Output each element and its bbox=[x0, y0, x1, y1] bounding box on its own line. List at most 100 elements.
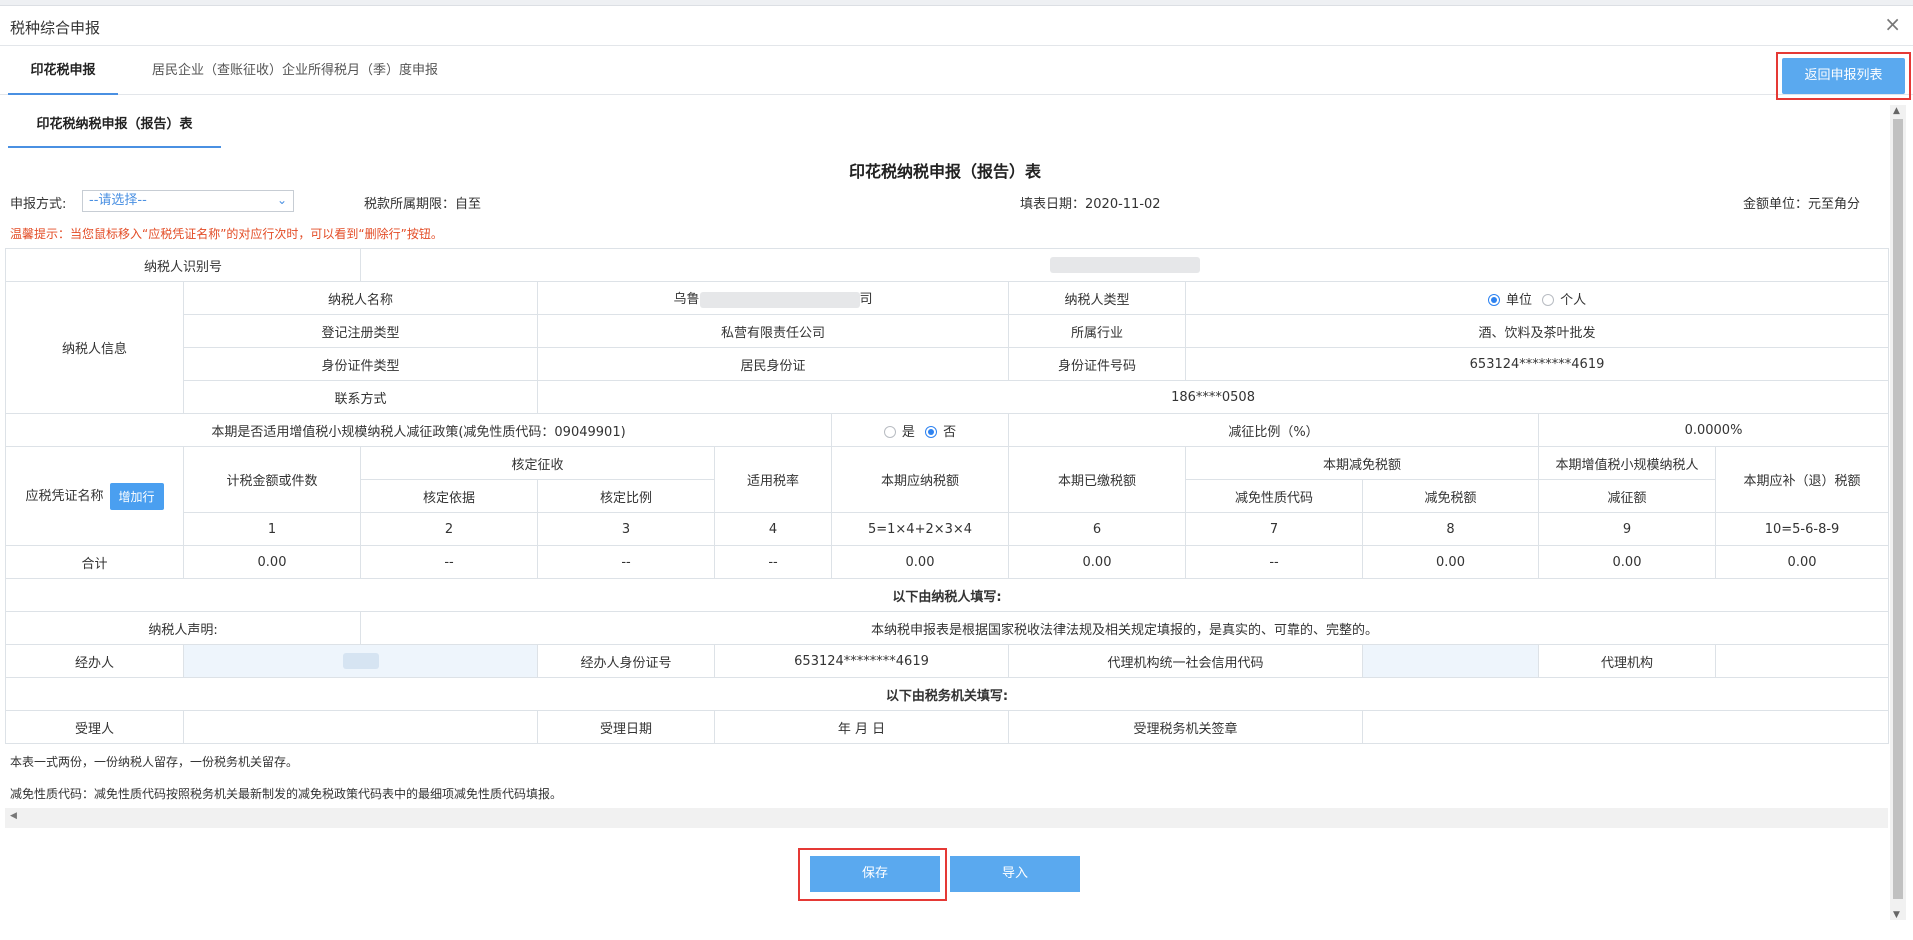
total-cell: 0.00 bbox=[1008, 545, 1187, 579]
subtab-stamp-tax-form[interactable]: 印花税纳税申报（报告）表 bbox=[8, 106, 221, 148]
receiver-label: 受理人 bbox=[5, 710, 184, 744]
taxpayer-type-label: 纳税人类型 bbox=[1008, 281, 1187, 315]
col-number: 1 bbox=[182, 512, 362, 546]
total-cell: -- bbox=[537, 545, 716, 579]
table-row: 合计 0.00 -- -- -- 0.00 0.00 -- 0.00 0.00 … bbox=[5, 545, 1890, 579]
total-cell: 0.00 bbox=[831, 545, 1010, 579]
total-cell: 0.00 bbox=[182, 545, 362, 579]
form-meta-row: 申报方式: --请选择-- ⌄ 税款所属期限：自至 填表日期：2020-11-0… bbox=[0, 190, 1890, 216]
col-number: 10=5-6-8-9 bbox=[1715, 512, 1890, 546]
handler-input[interactable] bbox=[182, 644, 539, 678]
table-row: 纳税人识别号 bbox=[4, 248, 1890, 282]
scroll-down-icon[interactable]: ▼ bbox=[1893, 910, 1900, 920]
total-cell: 0.00 bbox=[1362, 545, 1540, 579]
receive-date-value: 年 月 日 bbox=[714, 710, 1010, 744]
total-cell: -- bbox=[714, 545, 833, 579]
col-number: 9 bbox=[1538, 512, 1717, 546]
col-number: 4 bbox=[714, 512, 833, 546]
table-row: 1 2 3 4 5=1×4+2×3×4 6 7 8 9 10=5-6-8-9 bbox=[6, 512, 1890, 546]
taxpayer-name-label: 纳税人名称 bbox=[182, 281, 539, 315]
statement-label: 纳税人声明: bbox=[4, 611, 362, 645]
hint-text: 温馨提示：当您鼠标移入“应税凭证名称”的对应行次时，可以看到“删除行”按钮。 bbox=[10, 227, 443, 241]
add-row-button[interactable]: 增加行 bbox=[109, 482, 164, 510]
voucher-name-label: 应税凭证名称 bbox=[25, 488, 104, 504]
dialog-titlebar: 税种综合申报 × bbox=[0, 6, 1913, 46]
note-relief-code: 减免性质代码：减免性质代码按照税务机关最新制发的减免税政策代码表中的最细项减免性… bbox=[10, 787, 563, 801]
header-verified: 核定征收 bbox=[360, 446, 716, 480]
contact-value: 186****0508 bbox=[537, 380, 1890, 414]
table-row: 以下由纳税人填写: bbox=[4, 578, 1890, 612]
header-due: 本期应补（退）税额 bbox=[1715, 446, 1890, 513]
total-cell: -- bbox=[360, 545, 539, 579]
table-row: 本期是否适用增值税小规模纳税人减征政策(减免性质代码：09049901) 是 否… bbox=[4, 413, 1890, 447]
seal-value bbox=[1362, 710, 1890, 744]
tab-bar: 印花税申报 居民企业（查账征收）企业所得税月（季）度申报 bbox=[0, 47, 1913, 95]
col-number: 5=1×4+2×3×4 bbox=[831, 512, 1010, 546]
table-row: 联系方式 186****0508 bbox=[6, 380, 1890, 414]
table-row: 身份证件类型 居民身份证 身份证件号码 653124********4619 bbox=[6, 347, 1890, 381]
table-row: 经办人 经办人身份证号 653124********4619 代理机构统一社会信… bbox=[5, 644, 1890, 678]
header-relief-code: 减免性质代码 bbox=[1185, 479, 1364, 513]
table-row: 纳税人声明: 本纳税申报表是根据国家税收法律法规及相关规定填报的，是真实的、可靠… bbox=[4, 611, 1890, 645]
radio-unit[interactable] bbox=[1487, 294, 1500, 306]
voucher-name-header: 应税凭证名称 增加行 bbox=[5, 446, 184, 546]
relief-ratio-label: 减征比例（%） bbox=[1008, 413, 1540, 447]
chevron-down-icon: ⌄ bbox=[276, 193, 287, 207]
radio-yes[interactable] bbox=[883, 426, 896, 438]
masked-text bbox=[699, 291, 860, 308]
handler-id-label: 经办人身份证号 bbox=[537, 644, 716, 678]
scroll-thumb[interactable] bbox=[1893, 119, 1903, 899]
tab-stamp-tax[interactable]: 印花税申报 bbox=[8, 47, 118, 95]
total-cell: 0.00 bbox=[1715, 545, 1890, 579]
col-number: 2 bbox=[360, 512, 539, 546]
header-small-taxpayer: 本期增值税小规模纳税人 bbox=[1538, 446, 1717, 480]
close-icon[interactable]: × bbox=[1884, 14, 1901, 34]
policy-question: 本期是否适用增值税小规模纳税人减征政策(减免性质代码：09049901) bbox=[4, 413, 833, 447]
amount-unit: 金额单位：元至角分 bbox=[1742, 197, 1860, 212]
period-label: 税款所属期限：自至 bbox=[364, 197, 482, 212]
vertical-scrollbar[interactable]: ▲ ▼ bbox=[1890, 105, 1906, 920]
radio-no[interactable] bbox=[925, 426, 938, 438]
header-amount: 计税金额或件数 bbox=[182, 446, 362, 513]
id-type-value: 居民身份证 bbox=[537, 347, 1010, 381]
horizontal-scrollbar[interactable]: ◀ bbox=[5, 808, 1888, 828]
agent-code-label: 代理机构统一社会信用代码 bbox=[1008, 644, 1364, 678]
seal-label: 受理税务机关签章 bbox=[1008, 710, 1364, 744]
agent-input[interactable] bbox=[1715, 644, 1890, 678]
header-ratio: 核定比例 bbox=[537, 479, 716, 513]
radio-yes-label: 是 bbox=[901, 424, 915, 440]
radio-no-label: 否 bbox=[943, 424, 957, 440]
table-row: 纳税人信息 纳税人名称 乌鲁 司 纳税人类型 单位 个人 bbox=[5, 281, 1890, 414]
note-copies: 本表一式两份，一份纳税人留存，一份税务机关留存。 bbox=[10, 755, 299, 769]
import-button[interactable]: 导入 bbox=[950, 856, 1080, 892]
radio-unit-label: 单位 bbox=[1505, 292, 1532, 308]
col-number: 3 bbox=[537, 512, 716, 546]
form-title: 印花税纳税申报（报告）表 bbox=[848, 162, 1041, 181]
tab-corporate-income-tax[interactable]: 居民企业（查账征收）企业所得税月（季）度申报 bbox=[152, 47, 438, 95]
col-number: 7 bbox=[1185, 512, 1364, 546]
total-cell: -- bbox=[1185, 545, 1364, 579]
table-row: 登记注册类型 私营有限责任公司 所属行业 酒、饮料及茶叶批发 bbox=[6, 314, 1890, 348]
header-paid: 本期已缴税额 bbox=[1008, 446, 1187, 513]
agent-code-input[interactable] bbox=[1362, 644, 1540, 678]
header-relief-amount: 减免税额 bbox=[1362, 479, 1540, 513]
id-number-value: 653124********4619 bbox=[1185, 347, 1890, 381]
id-type-label: 身份证件类型 bbox=[182, 347, 539, 381]
method-select[interactable]: --请选择-- ⌄ bbox=[82, 190, 294, 212]
table-row: 以下由税务机关填写: bbox=[4, 677, 1890, 711]
id-number-label: 身份证件号码 bbox=[1008, 347, 1187, 381]
agent-label: 代理机构 bbox=[1538, 644, 1717, 678]
table-row: 受理人 受理日期 年 月 日 受理税务机关签章 bbox=[5, 710, 1890, 744]
return-to-list-button[interactable]: 返回申报列表 bbox=[1782, 58, 1905, 94]
office-section-heading: 以下由税务机关填写: bbox=[4, 677, 1890, 711]
taxpayer-id-label: 纳税人识别号 bbox=[4, 248, 362, 282]
receiver-value bbox=[182, 710, 539, 744]
scroll-left-icon[interactable]: ◀ bbox=[10, 811, 17, 821]
declaration-table: 纳税人识别号 纳税人信息 纳税人名称 乌鲁 司 纳税人类型 单位 个人 登记注册类… bbox=[4, 248, 1890, 744]
save-button[interactable]: 保存 bbox=[810, 856, 940, 892]
header-basis: 核定依据 bbox=[360, 479, 539, 513]
radio-individual[interactable] bbox=[1542, 294, 1555, 306]
header-payable: 本期应纳税额 bbox=[831, 446, 1010, 513]
scroll-up-icon[interactable]: ▲ bbox=[1893, 106, 1900, 116]
industry-value: 酒、饮料及茶叶批发 bbox=[1185, 314, 1890, 348]
